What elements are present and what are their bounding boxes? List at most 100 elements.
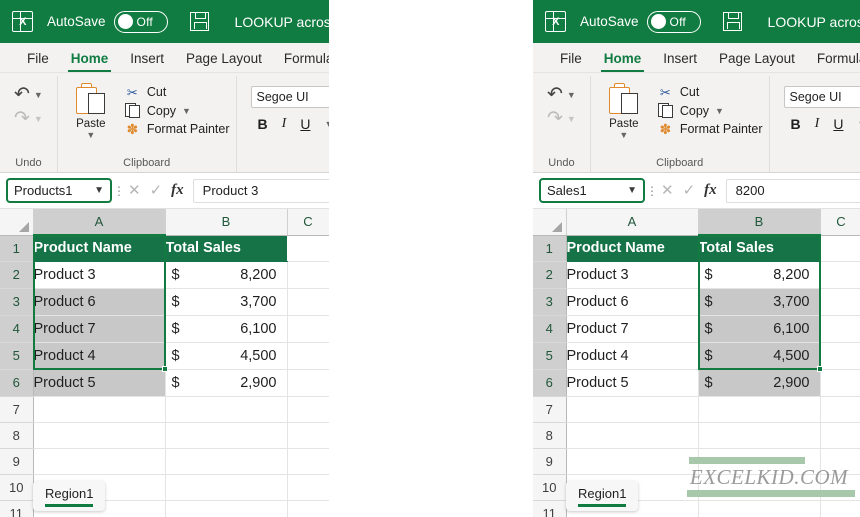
cell-b7[interactable] bbox=[698, 396, 821, 423]
cell-c6[interactable] bbox=[820, 369, 860, 397]
row-header-5[interactable]: 5 bbox=[533, 342, 567, 370]
save-icon[interactable] bbox=[189, 12, 209, 31]
undo-button[interactable]: ↶ ▼ bbox=[14, 85, 43, 104]
row-header-4[interactable]: 4 bbox=[0, 315, 34, 343]
cell-a5[interactable]: Product 4 bbox=[33, 342, 166, 370]
chevron-down-icon[interactable]: ▼ bbox=[324, 119, 329, 129]
row-header-7[interactable]: 7 bbox=[533, 396, 567, 423]
row-header-3[interactable]: 3 bbox=[533, 288, 567, 316]
redo-button[interactable]: ↷ ▼ bbox=[547, 109, 576, 128]
cell-c7[interactable] bbox=[820, 396, 860, 423]
cell-c8[interactable] bbox=[820, 422, 860, 449]
fx-icon[interactable]: fx bbox=[704, 182, 717, 199]
cell-b2[interactable]: $ 8,200 bbox=[165, 261, 288, 289]
column-header-b[interactable]: B bbox=[698, 209, 821, 236]
select-all-corner[interactable] bbox=[533, 209, 567, 236]
row-header-1[interactable]: 1 bbox=[0, 235, 34, 262]
cancel-x-icon[interactable]: ✕ bbox=[661, 183, 674, 198]
cut-button[interactable]: ✂ Cut bbox=[124, 85, 230, 99]
cell-c3[interactable] bbox=[820, 288, 860, 316]
cell-c2[interactable] bbox=[287, 261, 329, 289]
row-header-10[interactable]: 10 bbox=[0, 474, 34, 501]
column-header-c[interactable]: C bbox=[820, 209, 860, 236]
row-header-11[interactable]: 11 bbox=[533, 500, 567, 517]
tab-page-layout[interactable]: Page Layout bbox=[175, 51, 273, 72]
cell-c1[interactable] bbox=[287, 235, 329, 262]
cell-c4[interactable] bbox=[287, 315, 329, 343]
tab-insert[interactable]: Insert bbox=[119, 51, 175, 72]
cell-c8[interactable] bbox=[287, 422, 329, 449]
chevron-down-icon[interactable]: ▼ bbox=[182, 106, 191, 116]
cell-a9[interactable] bbox=[33, 448, 166, 475]
cell-b3[interactable]: $ 3,700 bbox=[165, 288, 288, 316]
sheet-tab-region1[interactable]: Region1 bbox=[566, 481, 639, 511]
chevron-down-icon[interactable]: ▼ bbox=[94, 185, 104, 196]
row-header-9[interactable]: 9 bbox=[0, 448, 34, 475]
cell-b11[interactable] bbox=[698, 500, 821, 517]
cell-c3[interactable] bbox=[287, 288, 329, 316]
cell-b11[interactable] bbox=[165, 500, 288, 517]
cell-b4[interactable]: $ 6,100 bbox=[698, 315, 821, 343]
cell-b6[interactable]: $ 2,900 bbox=[698, 369, 821, 397]
cell-b9[interactable] bbox=[165, 448, 288, 475]
cell-b4[interactable]: $ 6,100 bbox=[165, 315, 288, 343]
row-header-8[interactable]: 8 bbox=[0, 422, 34, 449]
select-all-corner[interactable] bbox=[0, 209, 34, 236]
cell-a1[interactable]: Product Name bbox=[33, 235, 166, 262]
tab-insert[interactable]: Insert bbox=[652, 51, 708, 72]
tab-file[interactable]: File bbox=[16, 51, 60, 72]
cell-b8[interactable] bbox=[165, 422, 288, 449]
cell-a5[interactable]: Product 4 bbox=[566, 342, 699, 370]
chevron-down-icon[interactable]: ▼ bbox=[627, 185, 637, 196]
cell-a8[interactable] bbox=[566, 422, 699, 449]
save-icon[interactable] bbox=[722, 12, 742, 31]
cell-a3[interactable]: Product 6 bbox=[566, 288, 699, 316]
row-header-5[interactable]: 5 bbox=[0, 342, 34, 370]
cell-a2[interactable]: Product 3 bbox=[566, 261, 699, 289]
italic-button[interactable]: I bbox=[815, 116, 820, 132]
cancel-x-icon[interactable]: ✕ bbox=[128, 183, 141, 198]
underline-button[interactable]: U bbox=[300, 116, 310, 132]
underline-button[interactable]: U bbox=[833, 116, 843, 132]
copy-button[interactable]: Copy ▼ bbox=[124, 102, 230, 119]
confirm-check-icon[interactable]: ✓ bbox=[150, 183, 163, 198]
cell-a3[interactable]: Product 6 bbox=[33, 288, 166, 316]
row-header-6[interactable]: 6 bbox=[533, 369, 567, 397]
cell-c4[interactable] bbox=[820, 315, 860, 343]
italic-button[interactable]: I bbox=[282, 116, 287, 132]
column-header-c[interactable]: C bbox=[287, 209, 329, 236]
cell-b6[interactable]: $ 2,900 bbox=[165, 369, 288, 397]
row-header-9[interactable]: 9 bbox=[533, 448, 567, 475]
cell-b2[interactable]: $ 8,200 bbox=[698, 261, 821, 289]
cell-c10[interactable] bbox=[287, 474, 329, 501]
font-name-input[interactable]: Segoe UI bbox=[783, 86, 860, 108]
paste-button[interactable]: Paste ▼ bbox=[597, 81, 651, 140]
cell-b3[interactable]: $ 3,700 bbox=[698, 288, 821, 316]
cell-b7[interactable] bbox=[165, 396, 288, 423]
cell-c11[interactable] bbox=[820, 500, 860, 517]
row-header-7[interactable]: 7 bbox=[0, 396, 34, 423]
confirm-check-icon[interactable]: ✓ bbox=[683, 183, 696, 198]
autosave-toggle[interactable]: Off bbox=[646, 10, 701, 33]
chevron-down-icon[interactable]: ▼ bbox=[619, 130, 628, 140]
chevron-down-icon[interactable]: ▼ bbox=[567, 90, 576, 100]
cell-a7[interactable] bbox=[33, 396, 166, 423]
row-header-2[interactable]: 2 bbox=[533, 261, 567, 289]
tab-file[interactable]: File bbox=[549, 51, 593, 72]
chevron-down-icon[interactable]: ▼ bbox=[715, 106, 724, 116]
row-header-8[interactable]: 8 bbox=[533, 422, 567, 449]
column-header-a[interactable]: A bbox=[566, 209, 699, 236]
fx-icon[interactable]: fx bbox=[171, 182, 184, 199]
cell-a6[interactable]: Product 5 bbox=[566, 369, 699, 397]
cell-c9[interactable] bbox=[287, 448, 329, 475]
cut-button[interactable]: ✂ Cut bbox=[657, 85, 763, 99]
cell-a2[interactable]: Product 3 bbox=[33, 261, 166, 289]
tab-formulas[interactable]: Formulas bbox=[273, 51, 329, 72]
format-painter-button[interactable]: ✽ Format Painter bbox=[657, 122, 762, 137]
row-header-1[interactable]: 1 bbox=[533, 235, 567, 262]
formula-input[interactable]: 8200 bbox=[725, 178, 860, 203]
name-box[interactable]: Sales1 ▼ bbox=[539, 178, 645, 203]
name-box[interactable]: Products1 ▼ bbox=[6, 178, 112, 203]
cell-c11[interactable] bbox=[287, 500, 329, 517]
row-header-6[interactable]: 6 bbox=[0, 369, 34, 397]
